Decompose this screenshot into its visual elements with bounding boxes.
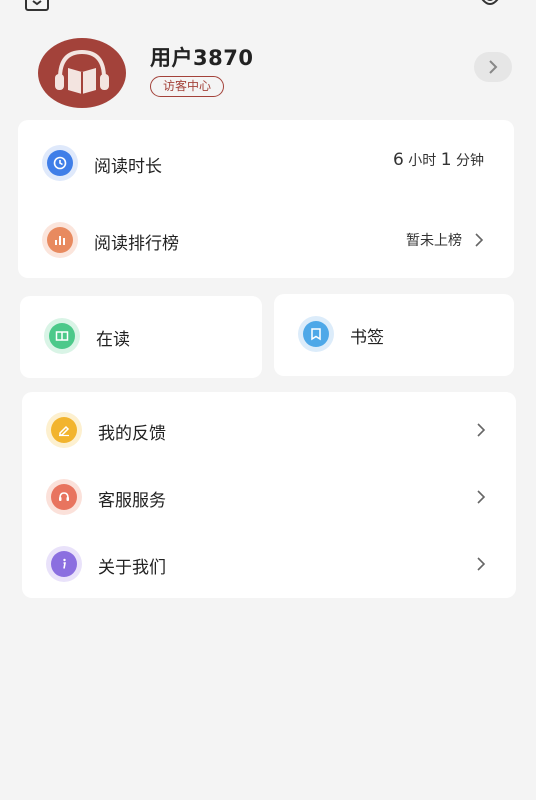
about-us-row[interactable]: 关于我们 xyxy=(22,544,516,584)
top-bar xyxy=(0,0,536,20)
profile-arrow-button[interactable] xyxy=(474,52,512,82)
feedback-row[interactable]: 我的反馈 xyxy=(22,410,516,450)
headset-icon xyxy=(51,484,77,510)
open-book-icon xyxy=(49,323,75,349)
reading-time-value: 6 小时 1 分钟 xyxy=(392,150,484,170)
message-icon[interactable] xyxy=(24,0,50,14)
feedback-label: 我的反馈 xyxy=(98,424,166,444)
bookmarks-shortcut[interactable]: 书签 xyxy=(274,294,514,376)
profile-header[interactable]: 用户3870 访客中心 xyxy=(0,30,536,120)
chevron-right-icon xyxy=(477,557,486,571)
info-icon xyxy=(51,551,77,577)
bar-chart-icon xyxy=(47,227,73,253)
bookmarks-label: 书签 xyxy=(350,328,384,348)
reading-shortcut[interactable]: 在读 xyxy=(20,296,262,378)
reading-time-row[interactable]: 阅读时长 6 小时 1 分钟 xyxy=(18,143,514,183)
about-us-label: 关于我们 xyxy=(98,558,166,578)
stats-card: 阅读时长 6 小时 1 分钟 阅读排行榜 暂未上榜 xyxy=(18,120,514,278)
bookmark-icon xyxy=(303,321,329,347)
chevron-right-icon xyxy=(489,60,498,74)
reading-time-label: 阅读时长 xyxy=(94,157,162,177)
reading-label: 在读 xyxy=(96,330,130,350)
chevron-right-icon xyxy=(475,233,484,247)
customer-service-row[interactable]: 客服服务 xyxy=(22,477,516,517)
edit-icon xyxy=(51,417,77,443)
chevron-right-icon xyxy=(477,490,486,504)
customer-service-label: 客服服务 xyxy=(98,491,166,511)
visitor-center-badge[interactable]: 访客中心 xyxy=(150,76,225,97)
headphone-book-icon xyxy=(55,49,109,94)
ranking-value: 暂未上榜 xyxy=(406,233,462,249)
chevron-right-icon xyxy=(477,423,486,437)
clock-icon xyxy=(47,150,73,176)
settings-icon[interactable] xyxy=(476,0,504,12)
ranking-label: 阅读排行榜 xyxy=(94,234,179,254)
avatar[interactable] xyxy=(38,38,126,108)
menu-card: 我的反馈 客服服务 关于我们 xyxy=(22,392,516,598)
username: 用户3870 xyxy=(150,46,254,70)
ranking-row[interactable]: 阅读排行榜 暂未上榜 xyxy=(18,220,514,260)
